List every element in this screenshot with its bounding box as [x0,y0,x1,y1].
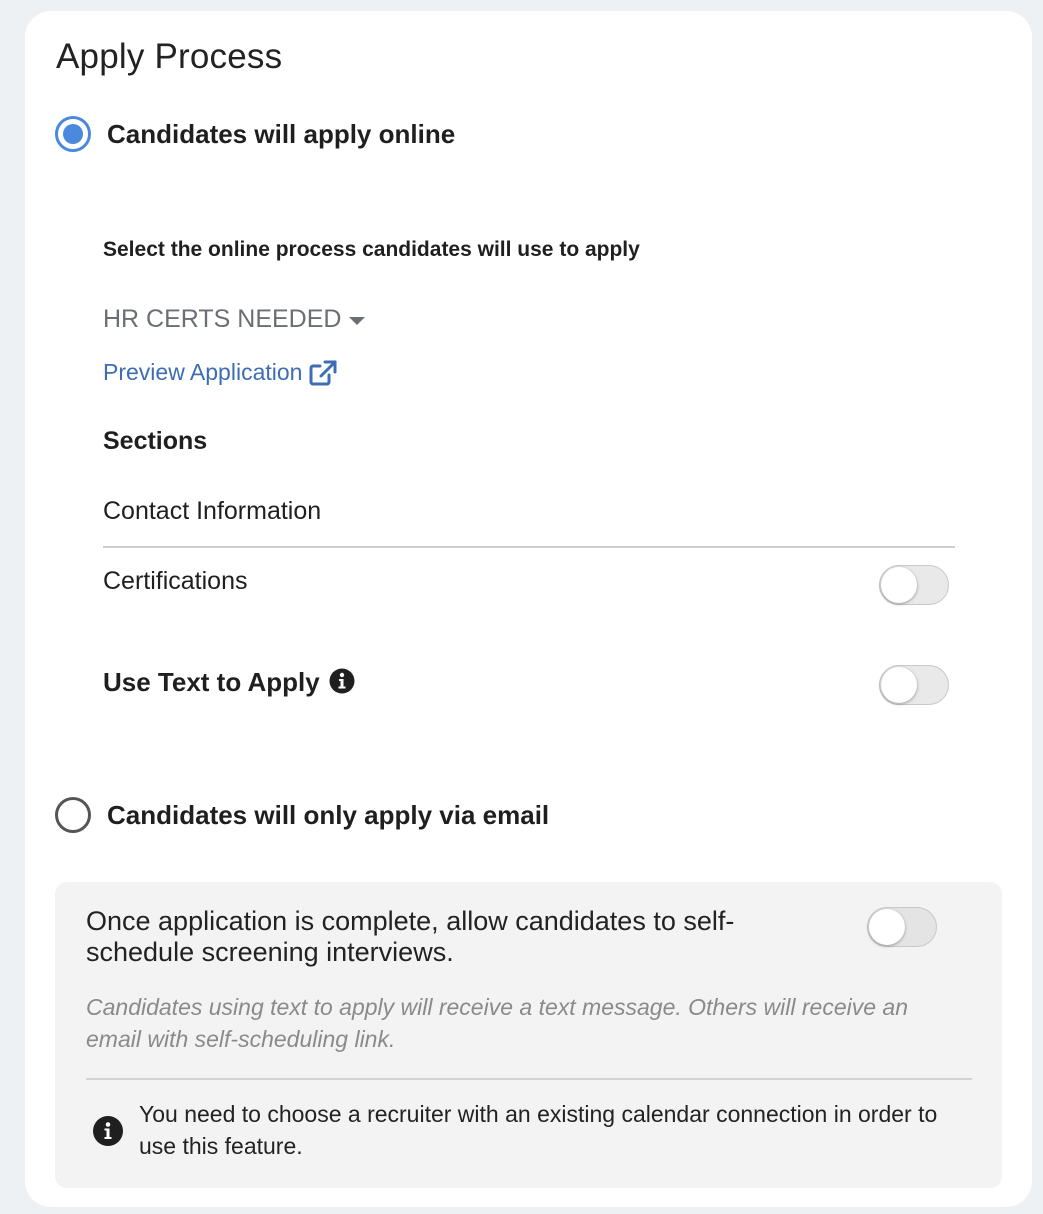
self-schedule-panel: Once application is complete, allow cand… [55,882,1002,1188]
select-process-heading: Select the online process candidates wil… [103,238,640,261]
apply-online-radio[interactable] [55,116,91,152]
certifications-toggle[interactable] [879,565,949,605]
self-schedule-toggle[interactable] [867,907,937,947]
section-label: Certifications [103,567,248,595]
caret-down-icon[interactable] [349,316,366,325]
apply-email-radio[interactable] [55,797,91,833]
apply-online-option[interactable]: Candidates will apply online [55,116,455,152]
apply-email-label[interactable]: Candidates will only apply via email [107,800,549,831]
preview-application-label[interactable]: Preview Application [103,359,302,386]
process-dropdown-value[interactable]: HR CERTS NEEDED [103,305,341,334]
self-schedule-description: Once application is complete, allow cand… [86,906,735,967]
process-dropdown[interactable]: HR CERTS NEEDED [103,305,366,334]
section-contact-information: Contact Information [103,497,955,526]
info-icon [93,1116,123,1146]
apply-email-option[interactable]: Candidates will only apply via email [55,797,549,833]
calendar-info-text: You need to choose a recruiter with an e… [139,1101,938,1159]
apply-process-card: Apply Process Candidates will apply onli… [25,11,1032,1207]
preview-application-link[interactable]: Preview Application [103,359,337,386]
page-title: Apply Process [56,37,283,76]
sections-divider [103,546,955,548]
section-label: Contact Information [103,497,322,525]
apply-online-label[interactable]: Candidates will apply online [107,119,455,150]
calendar-info-row: You need to choose a recruiter with an e… [93,1098,953,1162]
text-to-apply-row: Use Text to Apply [103,667,355,698]
info-icon[interactable] [329,668,355,694]
section-certifications: Certifications [103,567,955,596]
external-link-icon[interactable] [309,360,337,386]
panel-divider [86,1078,972,1080]
self-schedule-note: Candidates using text to apply will rece… [86,994,909,1052]
text-to-apply-label: Use Text to Apply [103,667,320,697]
sections-heading: Sections [103,427,208,455]
text-to-apply-toggle[interactable] [879,665,949,705]
